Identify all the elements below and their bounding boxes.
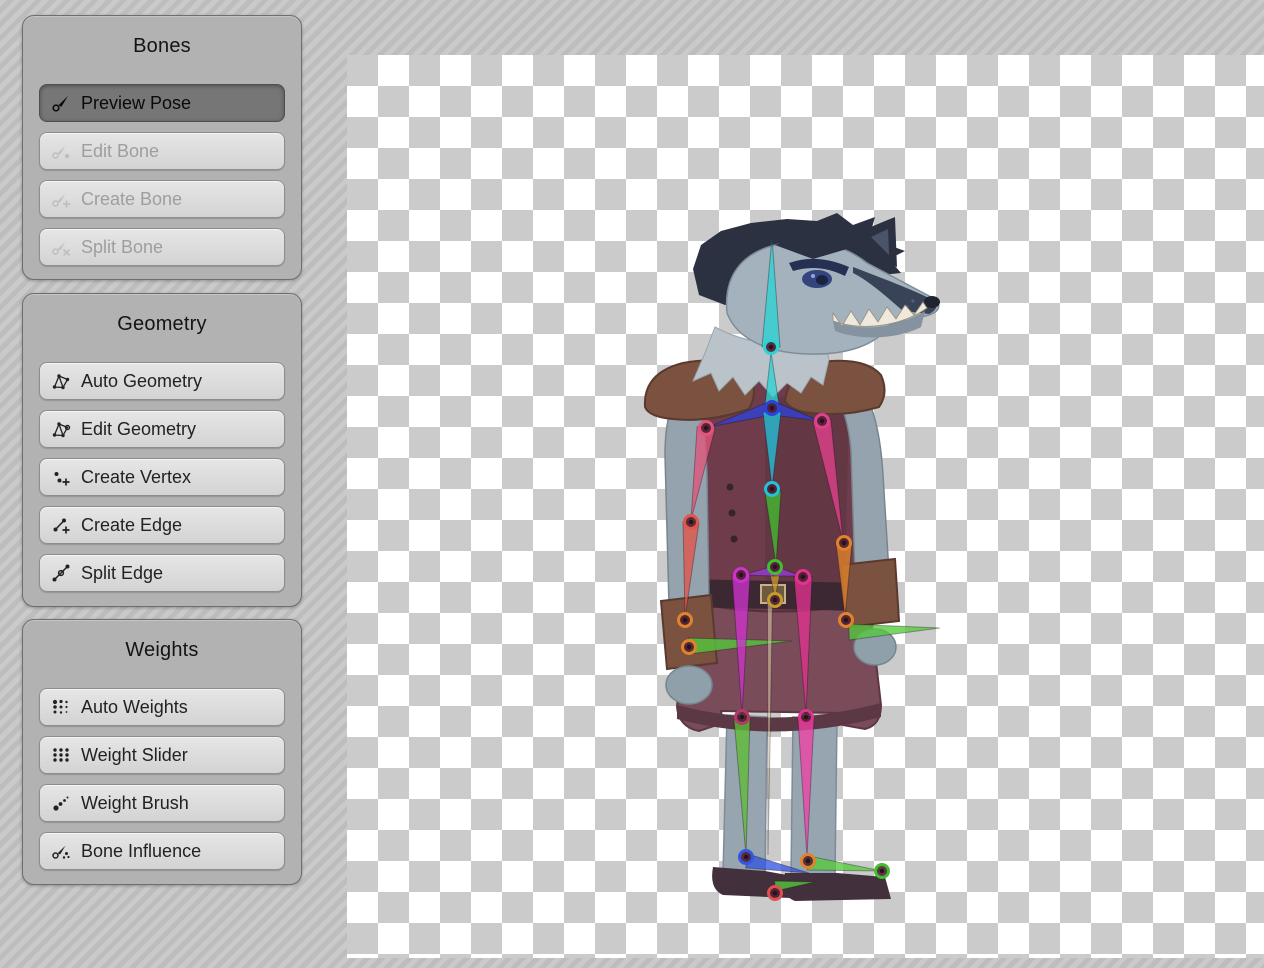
bone-joint-center <box>773 598 777 602</box>
character-whisker-dot <box>911 299 914 302</box>
weight-slider-label: Weight Slider <box>81 745 188 766</box>
split-bone-button[interactable]: Split Bone <box>39 228 285 266</box>
auto-geometry-icon <box>50 370 72 392</box>
auto-weights-icon <box>50 696 72 718</box>
create-bone-label: Create Bone <box>81 189 182 210</box>
bone-joint-center <box>740 715 744 719</box>
bone-influence-label: Bone Influence <box>81 841 201 862</box>
bone-joint-center <box>683 618 687 622</box>
bone-joint-center <box>704 426 708 430</box>
create-bone-button[interactable]: Create Bone <box>39 180 285 218</box>
preview-pose-label: Preview Pose <box>81 93 191 114</box>
split-edge-label: Split Edge <box>81 563 163 584</box>
bone-joint-center <box>769 345 773 349</box>
edit-bone-button[interactable]: Edit Bone <box>39 132 285 170</box>
create-edge-label: Create Edge <box>81 515 182 536</box>
split-edge-icon <box>50 562 72 584</box>
character-leg-right <box>791 717 837 877</box>
bone-joint-center <box>804 715 808 719</box>
edit-geometry-label: Edit Geometry <box>81 419 196 440</box>
edit-geometry-button[interactable]: Edit Geometry <box>39 410 285 448</box>
bone-joint-center <box>773 565 777 569</box>
create-vertex-button[interactable]: Create Vertex <box>39 458 285 496</box>
bone-joint-center <box>820 419 824 423</box>
character-stud <box>727 484 734 491</box>
edit-bone-label: Edit Bone <box>81 141 159 162</box>
panel-bones-title: Bones <box>39 34 285 58</box>
panel-geometry: Geometry Auto Geometry Edit Geometry Cre… <box>22 293 302 607</box>
auto-geometry-label: Auto Geometry <box>81 371 202 392</box>
auto-geometry-button[interactable]: Auto Geometry <box>39 362 285 400</box>
bone-joint-center <box>770 487 774 491</box>
character-stud <box>731 536 738 543</box>
character-shoe-right <box>783 873 891 901</box>
bone-joint-center <box>744 855 748 859</box>
bone-hand-right[interactable] <box>849 624 940 640</box>
bone-joint-center <box>773 891 777 895</box>
bone-pose-icon <box>50 92 72 114</box>
weight-slider-button[interactable]: Weight Slider <box>39 736 285 774</box>
bone-create-icon <box>50 188 72 210</box>
bone-edit-icon <box>50 140 72 162</box>
bone-joint-center <box>844 618 848 622</box>
bone-joint-center <box>806 859 810 863</box>
bone-joint-center <box>842 541 846 545</box>
panel-bones: Bones Preview Pose Edit Bone Create Bone… <box>22 15 302 280</box>
create-edge-icon <box>50 514 72 536</box>
split-edge-button[interactable]: Split Edge <box>39 554 285 592</box>
bone-influence-button[interactable]: Bone Influence <box>39 832 285 870</box>
create-vertex-label: Create Vertex <box>81 467 191 488</box>
create-edge-button[interactable]: Create Edge <box>39 506 285 544</box>
character-pupil <box>816 275 828 285</box>
character-eye-glint <box>811 274 815 278</box>
edit-geometry-icon <box>50 418 72 440</box>
weight-brush-button[interactable]: Weight Brush <box>39 784 285 822</box>
auto-weights-label: Auto Weights <box>81 697 188 718</box>
split-bone-label: Split Bone <box>81 237 163 258</box>
panel-geometry-title: Geometry <box>39 312 285 336</box>
sprite-canvas[interactable] <box>347 55 1264 958</box>
bone-joint-center <box>880 869 884 873</box>
bone-joint-center <box>687 645 691 649</box>
auto-weights-button[interactable]: Auto Weights <box>39 688 285 726</box>
bone-joint-center <box>801 575 805 579</box>
character-nose <box>924 296 940 308</box>
bone-joint-center <box>689 520 693 524</box>
bone-joint-center <box>770 406 774 410</box>
preview-pose-button[interactable]: Preview Pose <box>39 84 285 122</box>
sprite-viewport[interactable] <box>347 55 1264 958</box>
weight-brush-label: Weight Brush <box>81 793 189 814</box>
panel-weights-title: Weights <box>39 638 285 662</box>
weight-slider-icon <box>50 744 72 766</box>
panel-weights: Weights Auto Weights Weight Slider Weigh… <box>22 619 302 885</box>
bone-split-icon <box>50 236 72 258</box>
weight-brush-icon <box>50 792 72 814</box>
character-hand-left <box>666 666 712 704</box>
character-stud <box>729 510 736 517</box>
bone-joint-center <box>739 573 743 577</box>
bone-influence-icon <box>50 840 72 862</box>
character-bracer-left <box>661 595 717 669</box>
bone-foot-right[interactable] <box>807 856 882 871</box>
create-vertex-icon <box>50 466 72 488</box>
